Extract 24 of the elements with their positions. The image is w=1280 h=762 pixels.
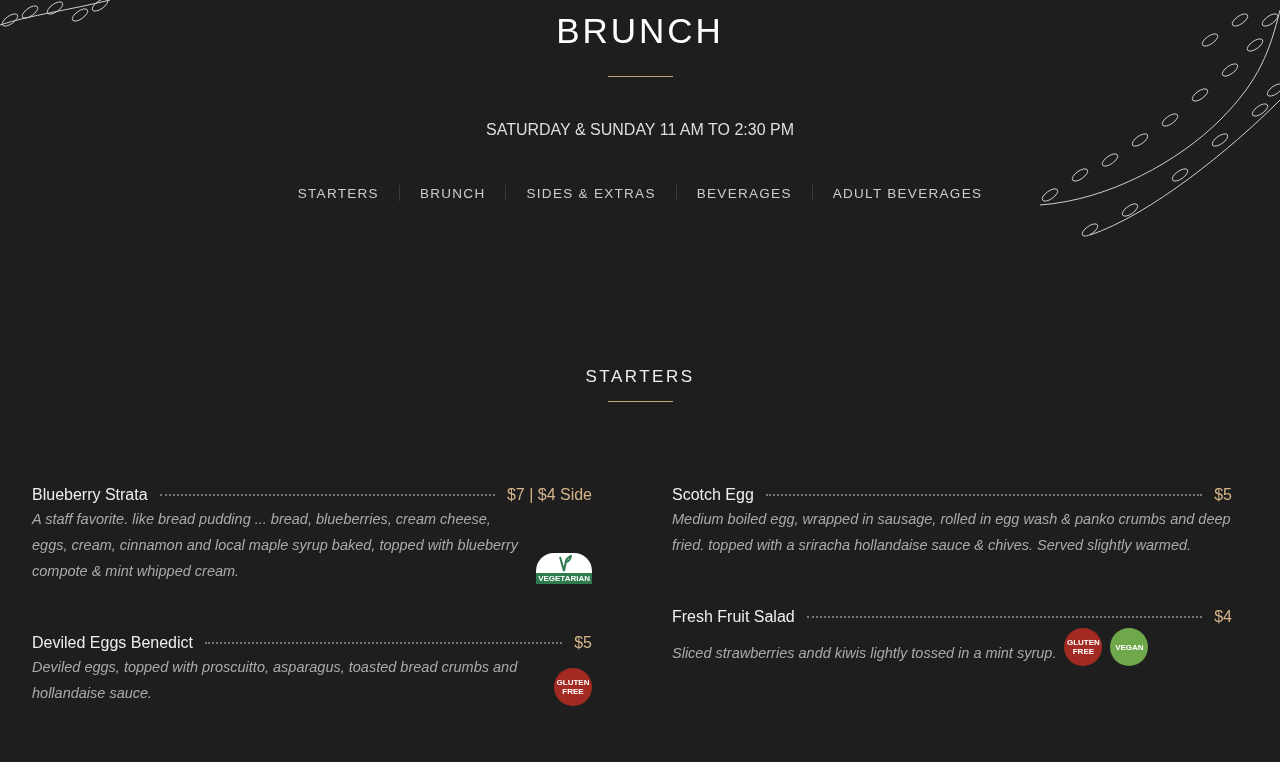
dish-description: A staff favorite. like bread pudding ... bread, blueberries, cream cheese, eggs, cream, cinnamon and local maple syrup baked, topped with blueberry compote & mint whipped cream. — [32, 510, 520, 581]
dish-name: Deviled Eggs Benedict — [32, 634, 193, 652]
nav-link[interactable]: ADULT BEVERAGES — [812, 185, 1003, 201]
hours-text: SATURDAY & SUNDAY 11 AM TO 2:30 PM — [486, 121, 794, 139]
dish-name: Fresh Fruit Salad — [672, 608, 795, 626]
dish-price: $4 — [1214, 608, 1232, 626]
dish-price: $5 — [574, 634, 592, 652]
nav-link[interactable]: BEVERAGES — [676, 185, 812, 201]
dish-name: Blueberry Strata — [32, 486, 148, 504]
dish-description: Deviled eggs, topped with proscuitto, asparagus, toasted bread crumbs and hollandaise sauce. — [32, 658, 519, 703]
page-title: BRUNCH — [556, 10, 724, 52]
vegetarian-badge: VEGETARIAN — [536, 553, 592, 584]
dish-price: $7 | $4 Side — [506, 486, 592, 504]
dish-name: Scotch Egg — [672, 486, 754, 504]
section-title: STARTERS — [585, 367, 695, 387]
gluten-free-badge: GLUTEN FREE — [554, 668, 592, 706]
dish-description: Sliced strawberries andd kiwis lightly tossed in a mint syrup. — [672, 644, 1057, 663]
gluten-free-badge: GLUTEN FREE — [1064, 628, 1103, 666]
nav-link[interactable]: SIDES & EXTRAS — [506, 185, 676, 201]
dish-price: $5 — [1214, 486, 1232, 504]
nav-link[interactable]: BRUNCH — [399, 185, 506, 201]
vegan-badge: VEGAN — [1110, 628, 1149, 666]
dish-description: Medium boiled egg, wrapped in sausage, rolled in egg wash & panko crumbs and deep fried. topped with a sriracha hollandaise sauce & chives. Served slightly warmed. — [672, 510, 1232, 555]
nav-link[interactable]: STARTERS — [277, 185, 399, 201]
